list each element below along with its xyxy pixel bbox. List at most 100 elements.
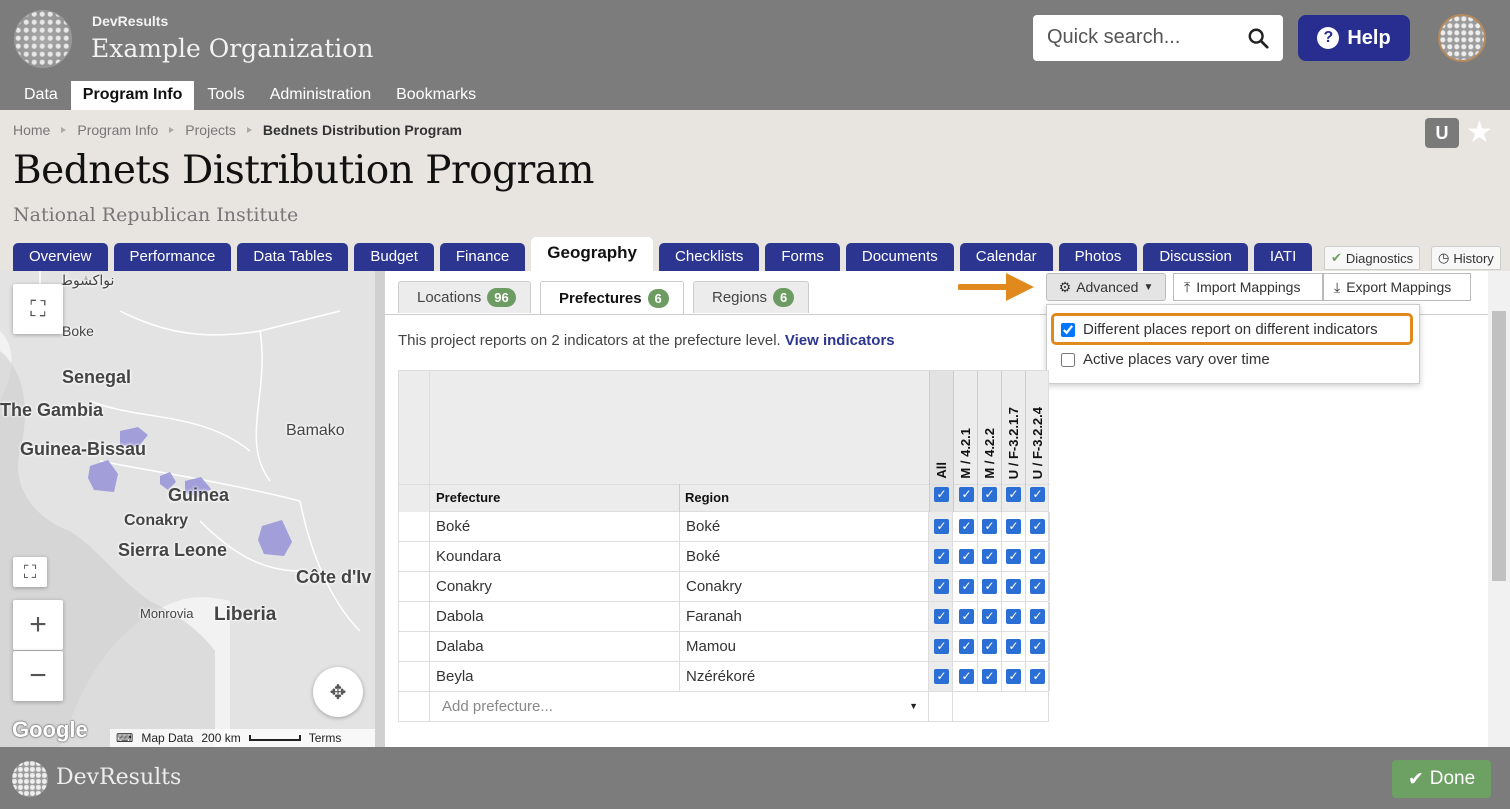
subtab-locations[interactable]: Locations 96 [398,281,531,313]
nav-data[interactable]: Data [12,81,70,110]
breadcrumb-program-info[interactable]: Program Info [77,122,158,138]
subtab-regions[interactable]: Regions 6 [693,281,810,313]
breadcrumb-projects[interactable]: Projects [185,122,236,138]
search-icon[interactable] [1247,27,1269,49]
terms-link[interactable]: Terms [309,731,342,745]
indicator-checkbox[interactable]: ✓ [982,609,997,624]
breadcrumb-home[interactable]: Home [13,122,50,138]
zoom-out-icon[interactable]: − [13,651,63,701]
indicator-checkbox[interactable]: ✓ [1006,669,1021,684]
indicator-checkbox[interactable]: ✓ [982,639,997,654]
bookmark-star-icon[interactable]: ★ [1466,116,1493,150]
row-handle[interactable] [399,542,430,571]
indicator-checkbox[interactable]: ✓ [959,579,974,594]
nav-tools[interactable]: Tools [195,81,256,110]
import-mappings-button[interactable]: ⤒ Import Mappings [1173,273,1323,301]
header-checkbox-all[interactable]: ✓ [934,487,949,502]
done-button[interactable]: ✔ Done [1392,760,1491,798]
indicator-checkbox[interactable]: ✓ [1030,579,1045,594]
map-data-link[interactable]: Map Data [141,731,193,745]
tab-overview[interactable]: Overview [13,243,108,271]
column-region[interactable]: Region [685,490,729,505]
indicator-checkbox[interactable]: ✓ [982,519,997,534]
user-avatar[interactable] [1438,14,1486,62]
row-handle[interactable] [399,602,430,631]
zoom-in-icon[interactable]: + [13,600,63,650]
indicator-checkbox[interactable]: ✓ [982,669,997,684]
row-checkbox-all[interactable]: ✓ [934,639,949,654]
history-button[interactable]: ◷ History [1431,246,1501,270]
header-checkbox[interactable]: ✓ [959,487,974,502]
nav-program-info[interactable]: Program Info [70,81,195,110]
menu-item-active-places[interactable]: Active places vary over time [1061,351,1270,368]
row-checkbox-all[interactable]: ✓ [934,519,949,534]
indicator-checkbox[interactable]: ✓ [982,579,997,594]
devresults-logo[interactable] [14,10,72,68]
row-handle[interactable] [399,572,430,601]
tab-budget[interactable]: Budget [354,243,434,271]
map-label-senegal: Senegal [62,367,132,387]
indicator-checkbox[interactable]: ✓ [1030,669,1045,684]
tab-calendar[interactable]: Calendar [959,243,1053,271]
nav-administration[interactable]: Administration [258,81,383,110]
scrollbar-thumb[interactable] [1492,311,1506,581]
row-checkbox-all[interactable]: ✓ [934,609,949,624]
tab-iati[interactable]: IATI [1253,243,1313,271]
indicator-checkbox[interactable]: ✓ [982,549,997,564]
indicator-checkbox[interactable]: ✓ [959,609,974,624]
header-checkbox[interactable]: ✓ [1030,487,1045,502]
advanced-button[interactable]: ⚙ Advanced ▼ [1046,273,1166,301]
fit-bounds-icon[interactable]: ⛶ [13,557,47,587]
help-button[interactable]: ? Help [1298,15,1410,61]
tab-data-tables[interactable]: Data Tables [237,243,349,271]
search-input[interactable] [1047,26,1237,49]
add-prefecture-select[interactable]: Add prefecture... ▼ [430,692,929,721]
subtab-prefectures[interactable]: Prefectures 6 [540,281,684,315]
export-mappings-button[interactable]: ⤓ Export Mappings [1323,273,1471,301]
row-handle[interactable] [399,662,430,691]
tab-discussion[interactable]: Discussion [1143,243,1248,271]
nav-bookmarks[interactable]: Bookmarks [384,81,488,110]
tab-geography[interactable]: Geography [531,237,654,271]
fullscreen-icon[interactable]: ⛶ [13,284,63,334]
menu-item-different-places[interactable]: Different places report on different ind… [1061,321,1378,338]
tab-documents[interactable]: Documents [845,243,954,271]
indicator-checkbox[interactable]: ✓ [959,519,974,534]
column-separator [1025,371,1026,513]
indicator-checkbox[interactable]: ✓ [1006,579,1021,594]
column-prefecture[interactable]: Prefecture [436,490,500,505]
user-badge[interactable]: U [1425,118,1459,148]
diagnostics-button[interactable]: ✔ Diagnostics [1324,246,1421,270]
active-places-checkbox[interactable] [1061,352,1075,367]
indicator-checkbox[interactable]: ✓ [1006,519,1021,534]
different-places-checkbox[interactable] [1061,322,1075,337]
content-scrollbar[interactable] [1488,271,1510,747]
indicator-checkbox[interactable]: ✓ [1030,609,1045,624]
row-handle[interactable] [399,512,430,541]
tab-finance[interactable]: Finance [439,243,526,271]
keyboard-icon[interactable]: ⌨ [116,731,133,745]
tab-checklists[interactable]: Checklists [659,243,760,271]
indicator-checkbox[interactable]: ✓ [959,669,974,684]
indicator-checkbox[interactable]: ✓ [1030,549,1045,564]
indicator-checkbox[interactable]: ✓ [1006,639,1021,654]
header-checkbox[interactable]: ✓ [1006,487,1021,502]
tab-forms[interactable]: Forms [765,243,840,271]
tab-performance[interactable]: Performance [113,243,232,271]
header-checkbox[interactable]: ✓ [982,487,997,502]
indicator-checkbox[interactable]: ✓ [1030,639,1045,654]
pan-control-icon[interactable]: ✥ [313,667,363,717]
indicator-checkbox[interactable]: ✓ [1006,609,1021,624]
indicator-checkbox[interactable]: ✓ [1030,519,1045,534]
row-handle[interactable] [399,632,430,661]
map-splitter[interactable] [375,271,385,747]
row-checkbox-all[interactable]: ✓ [934,549,949,564]
row-checkbox-all[interactable]: ✓ [934,579,949,594]
indicator-checkbox[interactable]: ✓ [1006,549,1021,564]
view-indicators-link[interactable]: View indicators [785,332,895,349]
tab-photos[interactable]: Photos [1058,243,1138,271]
indicator-checkbox[interactable]: ✓ [959,639,974,654]
map-panel[interactable]: Senegal The Gambia Guinea-Bissau Bamako … [0,271,375,747]
row-checkbox-all[interactable]: ✓ [934,669,949,684]
indicator-checkbox[interactable]: ✓ [959,549,974,564]
